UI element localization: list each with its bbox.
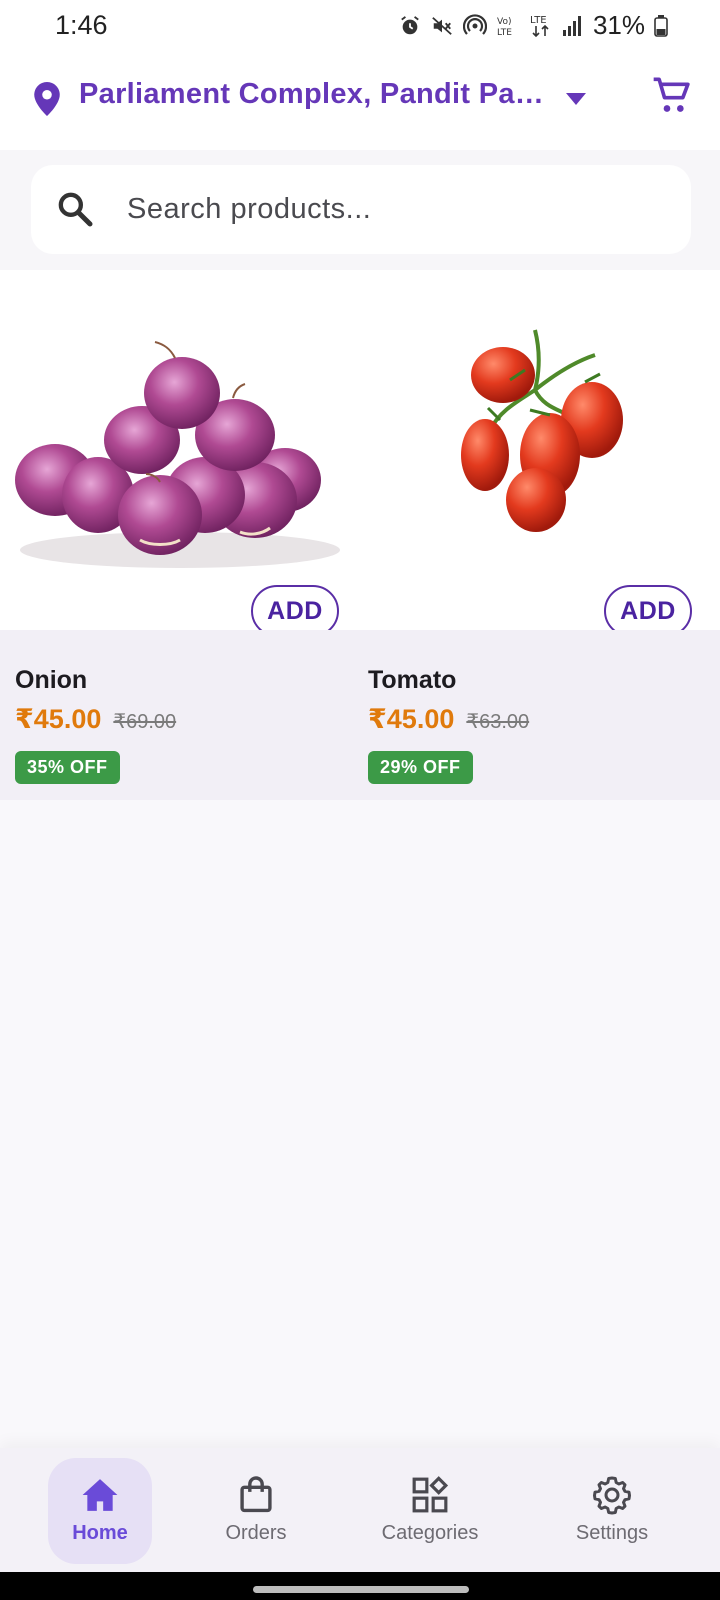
status-bar: 1:46 Vo) LTE LTE 31% bbox=[0, 0, 720, 52]
location-pin-icon[interactable] bbox=[34, 82, 60, 116]
battery-percentage: 31% bbox=[592, 10, 645, 40]
product-mrp: ₹63.00 bbox=[466, 711, 530, 733]
discount-badge: 29% OFF bbox=[368, 751, 473, 784]
nav-label: Orders bbox=[225, 1522, 287, 1544]
home-icon bbox=[82, 1479, 118, 1511]
app-bar: Parliament Complex, Pandit Pant Marg bbox=[0, 52, 720, 150]
svg-text:LTE: LTE bbox=[497, 28, 512, 38]
search-icon bbox=[58, 192, 93, 227]
product-name: Tomato bbox=[368, 666, 457, 694]
search-section bbox=[0, 150, 720, 270]
product-price: ₹45.00 bbox=[368, 704, 455, 734]
search-bar[interactable] bbox=[31, 165, 691, 254]
product-image[interactable] bbox=[360, 270, 720, 630]
shopping-bag-icon bbox=[240, 1476, 272, 1513]
product-price: ₹45.00 bbox=[15, 704, 102, 734]
status-time: 1:46 bbox=[55, 10, 108, 40]
chevron-down-icon[interactable] bbox=[565, 92, 587, 106]
svg-text:LTE: LTE bbox=[530, 15, 547, 26]
product-card[interactable]: ADD Onion ₹45.00 ₹69.00 35% OFF bbox=[0, 270, 360, 800]
product-info: Onion ₹45.00 ₹69.00 35% OFF bbox=[0, 630, 360, 800]
product-card[interactable]: ADD Tomato ₹45.00 ₹63.00 29% OFF bbox=[360, 270, 720, 800]
status-icons: Vo) LTE LTE 31% bbox=[399, 10, 668, 41]
gear-icon bbox=[593, 1476, 631, 1515]
gesture-handle[interactable] bbox=[253, 1586, 469, 1593]
hotspot-icon bbox=[462, 13, 487, 35]
product-grid: ADD Onion ₹45.00 ₹69.00 35% OFF ADD Toma… bbox=[0, 270, 720, 800]
discount-badge: 35% OFF bbox=[15, 751, 120, 784]
price-row: ₹45.00 ₹69.00 bbox=[15, 704, 176, 735]
nav-item-orders[interactable]: Orders bbox=[204, 1448, 308, 1572]
nav-label: Settings bbox=[575, 1522, 649, 1544]
onion-image bbox=[15, 341, 340, 568]
product-mrp: ₹69.00 bbox=[113, 711, 177, 733]
search-input[interactable] bbox=[127, 183, 667, 235]
lte-icon: LTE bbox=[530, 15, 549, 37]
product-info: Tomato ₹45.00 ₹63.00 29% OFF bbox=[360, 630, 720, 800]
nav-label: Categories bbox=[381, 1522, 479, 1544]
nav-item-home[interactable]: Home bbox=[48, 1448, 152, 1572]
bottom-navigation: Home Orders Categories Settings bbox=[0, 1448, 720, 1572]
delivery-location[interactable]: Parliament Complex, Pandit Pant Marg bbox=[79, 78, 549, 111]
categories-icon bbox=[412, 1476, 449, 1513]
svg-text:Vo): Vo) bbox=[497, 17, 511, 27]
nav-item-settings[interactable]: Settings bbox=[556, 1448, 668, 1572]
cart-icon[interactable] bbox=[652, 76, 692, 116]
signal-icon bbox=[562, 15, 581, 36]
mute-icon bbox=[432, 16, 452, 35]
alarm-icon bbox=[401, 15, 419, 34]
product-name: Onion bbox=[15, 666, 88, 694]
nav-label: Home bbox=[72, 1522, 128, 1544]
product-image[interactable] bbox=[0, 270, 360, 630]
volte-icon: Vo)LTE bbox=[497, 17, 512, 38]
tomato-image bbox=[461, 329, 623, 532]
price-row: ₹45.00 ₹63.00 bbox=[368, 704, 529, 735]
battery-icon bbox=[654, 14, 668, 37]
nav-item-categories[interactable]: Categories bbox=[365, 1448, 495, 1572]
